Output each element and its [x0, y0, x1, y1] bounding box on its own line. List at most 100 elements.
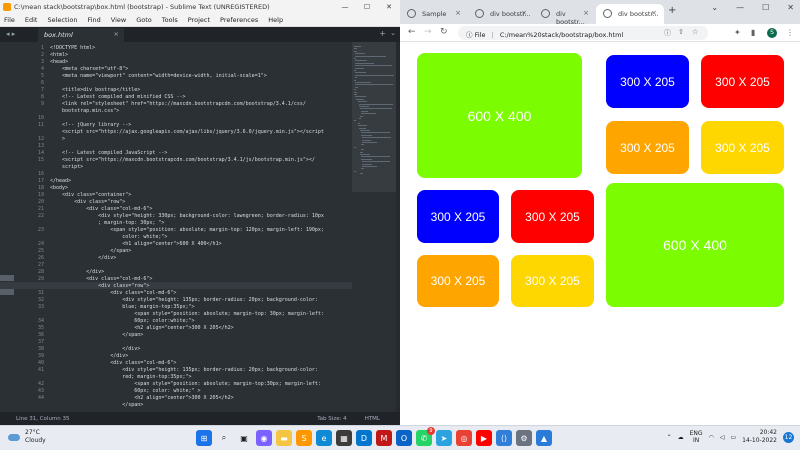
browser-tab[interactable]: Sample ×: [400, 4, 468, 24]
edge-icon[interactable]: e: [316, 430, 332, 446]
tab-size[interactable]: Tab Size: 4: [317, 416, 364, 422]
minimap[interactable]: [352, 42, 400, 412]
cursor-position: Line 31, Column 35: [16, 415, 70, 422]
menu-goto[interactable]: Goto: [132, 16, 158, 24]
share-icon[interactable]: ⇧: [678, 28, 684, 36]
minimize-button[interactable]: —: [334, 3, 356, 11]
minimap-line: [355, 65, 392, 67]
photos-icon[interactable]: ▲: [536, 430, 552, 446]
menu-file[interactable]: File: [0, 16, 21, 24]
youtube-icon[interactable]: ▶: [476, 430, 492, 446]
clock[interactable]: 20:42 14-10-2022: [742, 429, 777, 445]
task-view-icon[interactable]: ▣: [236, 430, 252, 446]
tab-title: Sample: [422, 10, 447, 18]
close-button[interactable]: ✕: [787, 3, 794, 12]
volume-icon[interactable]: ◁: [720, 434, 725, 441]
box-blue-top: 300 X 205: [606, 55, 689, 108]
menu-find[interactable]: Find: [83, 16, 106, 24]
tab-nav-arrows[interactable]: ◂ ▸: [6, 30, 15, 38]
browser-tab[interactable]: div bootstr... ×: [468, 4, 534, 24]
back-icon[interactable]: ←: [408, 27, 416, 37]
tab-close-icon[interactable]: ×: [521, 9, 527, 17]
box-yellow-bottom: 300 X 205: [511, 255, 594, 307]
onedrive-icon[interactable]: ☁: [678, 434, 684, 441]
wifi-icon[interactable]: ◠: [709, 434, 714, 441]
tab-close-icon[interactable]: ×: [455, 9, 461, 17]
box-label: 300 X 205: [715, 140, 770, 155]
chat-icon[interactable]: ◉: [256, 430, 272, 446]
code-editor[interactable]: <!DOCTYPE html> <html> <head> <meta charse…: [50, 42, 350, 412]
tab-box-html[interactable]: box.html ×: [38, 28, 124, 42]
menu-preferences[interactable]: Preferences: [216, 16, 264, 24]
extensions-icon[interactable]: ✦: [734, 28, 741, 37]
dell-icon[interactable]: D: [356, 430, 372, 446]
line-number: 15: [37, 157, 44, 163]
profile-avatar[interactable]: S: [767, 28, 777, 38]
maximize-button[interactable]: ☐: [762, 3, 769, 12]
forward-icon[interactable]: →: [424, 27, 432, 37]
close-button[interactable]: ✕: [378, 3, 400, 11]
minimap-line: [355, 77, 358, 79]
language-indicator[interactable]: ENG IN: [690, 430, 703, 444]
mcafee-icon[interactable]: M: [376, 430, 392, 446]
new-tab-button[interactable]: +: [668, 5, 676, 16]
chevron-up-icon[interactable]: ⌃: [667, 434, 672, 441]
tab-search-icon[interactable]: ⌄: [711, 3, 718, 12]
code-line: <span style="position: absolute; margin-…: [50, 381, 321, 387]
minimap-line: [357, 122, 361, 124]
minimap-line: [362, 163, 373, 165]
chrome-menu-icon[interactable]: ⋮: [786, 28, 794, 37]
menu-view[interactable]: View: [107, 16, 132, 24]
whatsapp-icon[interactable]: ✆ 9: [416, 427, 435, 446]
tab-close-icon[interactable]: ×: [114, 30, 119, 38]
reload-icon[interactable]: ↻: [440, 27, 448, 37]
sublime-text-icon[interactable]: S: [296, 430, 312, 446]
code-line: </div>: [50, 269, 105, 275]
tab-list-icon[interactable]: ⌄: [390, 29, 396, 37]
tab-close-icon[interactable]: ×: [583, 9, 589, 17]
line-number: 2: [40, 52, 44, 58]
settings-icon[interactable]: ⚙: [516, 430, 532, 446]
search-icon[interactable]: ⌕: [216, 430, 232, 446]
outlook-icon[interactable]: O: [396, 430, 412, 446]
windows-start-icon[interactable]: ⊞: [196, 430, 212, 446]
code-line: <title>div bostrap</title>: [50, 87, 141, 93]
gutter-fold-marker: [0, 289, 14, 295]
tab-close-icon[interactable]: ×: [651, 9, 657, 17]
side-panel-icon[interactable]: ▮: [751, 28, 755, 37]
minimap-line: [362, 137, 391, 139]
new-tab-icon[interactable]: +: [379, 29, 386, 38]
menu-edit[interactable]: Edit: [21, 16, 44, 24]
bookmark-star-icon[interactable]: ☆: [692, 28, 698, 36]
line-number: 16: [37, 171, 44, 177]
menu-tools[interactable]: Tools: [158, 16, 184, 24]
zoom-icon[interactable]: ⓘ: [664, 28, 671, 38]
maximize-button[interactable]: ☐: [356, 3, 378, 11]
browser-tab-active[interactable]: div bootstr... ×: [596, 4, 664, 24]
store-icon[interactable]: ▦: [336, 430, 352, 446]
weather-widget[interactable]: 27°C Cloudy: [8, 429, 46, 445]
code-line: </span>: [50, 248, 132, 254]
code-line: >: [50, 136, 66, 142]
minimap-line: [361, 156, 391, 158]
minimap-line: [354, 120, 356, 122]
battery-icon[interactable]: ▭: [730, 434, 736, 441]
syntax-mode[interactable]: HTML: [365, 416, 400, 422]
browser-tab[interactable]: div bootstr... ×: [534, 4, 596, 26]
minimap-line: [354, 91, 358, 93]
telegram-icon[interactable]: ➤: [436, 430, 452, 446]
file-explorer-icon[interactable]: ▬: [276, 430, 292, 446]
line-number: 14: [37, 150, 44, 156]
address-bar[interactable]: ⓘ File | C:/mean%20stack/bootstrap/box.h…: [458, 26, 708, 40]
menu-help[interactable]: Help: [264, 16, 289, 24]
vscode-icon[interactable]: ⟨⟩: [496, 430, 512, 446]
notification-badge[interactable]: 12: [783, 431, 794, 443]
minimize-button[interactable]: —: [736, 3, 744, 12]
menu-selection[interactable]: Selection: [43, 16, 83, 24]
code-line: <!-- Latest compiled and minified CSS --…: [50, 94, 186, 100]
line-number: 41: [37, 367, 44, 373]
line-number: 10: [37, 115, 44, 121]
chrome-icon[interactable]: ◎: [456, 430, 472, 446]
menu-project[interactable]: Project: [184, 16, 216, 24]
minimap-line: [362, 166, 378, 167]
